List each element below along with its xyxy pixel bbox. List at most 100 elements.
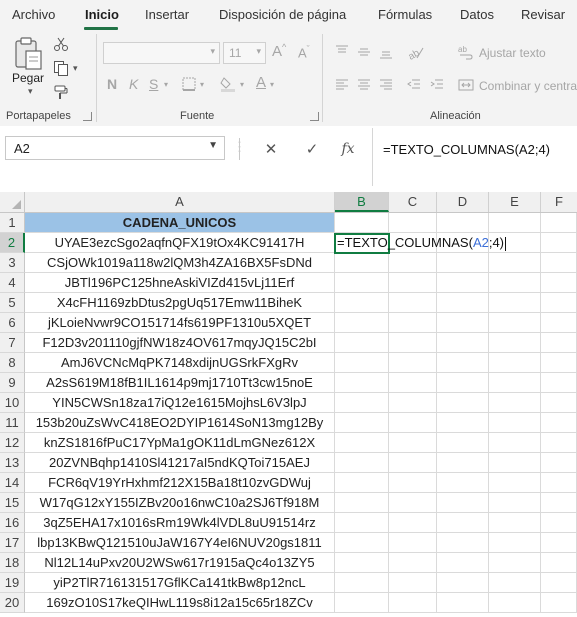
cell-b[interactable]: [335, 393, 389, 413]
cell-b[interactable]: [335, 473, 389, 493]
cell-f[interactable]: [541, 573, 577, 593]
cell-f[interactable]: [541, 473, 577, 493]
cell-e[interactable]: [489, 473, 541, 493]
bold-button[interactable]: N: [107, 76, 117, 92]
merge-center-button[interactable]: Combinar y centra: [479, 79, 577, 93]
underline-button[interactable]: S: [149, 76, 158, 92]
cell-b[interactable]: [335, 593, 389, 613]
align-top-icon[interactable]: [332, 42, 352, 62]
cell-d[interactable]: [437, 493, 489, 513]
cell-e[interactable]: [489, 393, 541, 413]
cell-d[interactable]: [437, 333, 489, 353]
row-header[interactable]: 13: [0, 453, 25, 473]
cell-d[interactable]: [437, 473, 489, 493]
wrap-text-button[interactable]: Ajustar texto: [479, 46, 546, 60]
cell-e[interactable]: [489, 353, 541, 373]
cell-f[interactable]: [541, 393, 577, 413]
cell-d[interactable]: [437, 433, 489, 453]
clipboard-launcher-icon[interactable]: [83, 112, 92, 121]
cell-d[interactable]: [437, 213, 489, 233]
cell-c[interactable]: [389, 333, 437, 353]
cell-c[interactable]: [389, 293, 437, 313]
cell-a[interactable]: yiP2TlR716131517GflKCa141tkBw8p12ncL: [25, 573, 335, 593]
orientation-icon[interactable]: ab: [404, 42, 428, 62]
cell-a[interactable]: UYAE3ezcSgo2aqfnQFX19tOx4KC91417H: [25, 233, 335, 253]
wrap-text-icon[interactable]: ab: [456, 42, 476, 62]
decrease-indent-icon[interactable]: [404, 75, 424, 95]
column-header-c[interactable]: C: [389, 192, 437, 212]
row-header[interactable]: 16: [0, 513, 25, 533]
cell-c[interactable]: [389, 453, 437, 473]
tab-archivo[interactable]: Archivo: [12, 7, 55, 22]
cell-c[interactable]: [389, 313, 437, 333]
cell-e[interactable]: [489, 213, 541, 233]
row-header[interactable]: 15: [0, 493, 25, 513]
row-header[interactable]: 5: [0, 293, 25, 313]
shrink-font-button[interactable]: Aˇ: [298, 44, 310, 60]
cell-a[interactable]: 153b20uZsWvC418EO2DYIP1614SoN13mg12By: [25, 413, 335, 433]
cell-f[interactable]: [541, 433, 577, 453]
cell-e[interactable]: [489, 453, 541, 473]
cell-e[interactable]: [489, 513, 541, 533]
format-painter-icon[interactable]: [51, 83, 71, 101]
cell-e[interactable]: [489, 573, 541, 593]
row-header[interactable]: 7: [0, 333, 25, 353]
cell-f[interactable]: [541, 533, 577, 553]
cell-b[interactable]: [335, 333, 389, 353]
font-color-dropdown-icon[interactable]: ▾: [270, 80, 274, 89]
cell-d[interactable]: [437, 593, 489, 613]
tab-datos[interactable]: Datos: [460, 7, 494, 22]
cell-e[interactable]: [489, 273, 541, 293]
paste-icon[interactable]: [10, 36, 46, 72]
font-launcher-icon[interactable]: [310, 112, 319, 121]
select-all-button[interactable]: [0, 192, 25, 212]
cell-f[interactable]: [541, 293, 577, 313]
cell-b[interactable]: [335, 433, 389, 453]
cell-d[interactable]: [437, 273, 489, 293]
cut-icon[interactable]: [51, 35, 71, 53]
cell-c[interactable]: [389, 353, 437, 373]
paste-button[interactable]: Pegar: [12, 71, 44, 85]
cell-b[interactable]: [335, 313, 389, 333]
row-header[interactable]: 2: [0, 233, 25, 253]
fill-color-dropdown-icon[interactable]: ▾: [240, 80, 244, 89]
cell-a[interactable]: X4cFH1169zbDtus2pgUq517Emw11BiheK: [25, 293, 335, 313]
cell-edit-text[interactable]: =TEXTO_COLUMNAS(A2;4): [337, 233, 507, 253]
cell-d[interactable]: [437, 253, 489, 273]
cell-d[interactable]: [437, 573, 489, 593]
borders-dropdown-icon[interactable]: ▾: [200, 80, 204, 89]
tab-revisar[interactable]: Revisar: [521, 7, 565, 22]
cell-a[interactable]: CSjOWk1019a118w2lQM3h4ZA16BX5FsDNd: [25, 253, 335, 273]
cell-d[interactable]: [437, 353, 489, 373]
cell-f[interactable]: [541, 253, 577, 273]
cell-c[interactable]: [389, 473, 437, 493]
cell-a[interactable]: W17qG12xY155IZBv20o16nwC10a2SJ6Tf918M: [25, 493, 335, 513]
font-color-button[interactable]: A: [256, 74, 266, 91]
cell-e[interactable]: [489, 293, 541, 313]
cell-f[interactable]: [541, 273, 577, 293]
copy-icon[interactable]: [51, 59, 71, 77]
column-header-f[interactable]: F: [541, 192, 577, 212]
cell-b[interactable]: [335, 253, 389, 273]
cell-f[interactable]: [541, 233, 577, 253]
cell-c[interactable]: [389, 533, 437, 553]
font-name-select[interactable]: ▾: [103, 42, 220, 64]
cell-f[interactable]: [541, 553, 577, 573]
cell-d[interactable]: [437, 393, 489, 413]
cell-e[interactable]: [489, 553, 541, 573]
cell-b[interactable]: [335, 573, 389, 593]
cell-c[interactable]: [389, 413, 437, 433]
cell-a[interactable]: Nl12L14uPxv20U2WSw617r1915aQc4o13ZY5: [25, 553, 335, 573]
align-center-icon[interactable]: [354, 75, 374, 95]
cell-e[interactable]: [489, 493, 541, 513]
cell-d[interactable]: [437, 313, 489, 333]
cell-f[interactable]: [541, 313, 577, 333]
row-header[interactable]: 14: [0, 473, 25, 493]
cell-b[interactable]: [335, 453, 389, 473]
align-middle-icon[interactable]: [354, 42, 374, 62]
cell-a[interactable]: 169zO10S17keQIHwL119s8i12a15c65r18ZCv: [25, 593, 335, 613]
row-header[interactable]: 17: [0, 533, 25, 553]
cell-c[interactable]: [389, 213, 437, 233]
cell-a[interactable]: F12D3v201110gjfNW18z4OV617mqyJQ15C2bI: [25, 333, 335, 353]
cell-a[interactable]: A2sS619M18fB1IL1614p9mj1710Tt3cw15noE: [25, 373, 335, 393]
